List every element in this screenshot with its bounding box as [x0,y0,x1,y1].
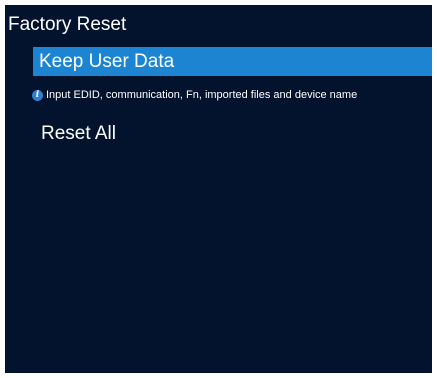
hint-text: Input EDID, communication, Fn, imported … [46,89,358,101]
hint-text-row: i Input EDID, communication, Fn, importe… [32,88,357,102]
page-title: Factory Reset [8,14,127,35]
menu-item-label: Keep User Data [39,51,175,72]
factory-reset-screen: Factory Reset Keep User Data i Input EDI… [5,5,432,373]
menu-item-label: Reset All [41,123,116,144]
info-icon: i [32,89,43,101]
menu-item-keep-user-data[interactable]: Keep User Data [33,47,432,76]
menu-item-reset-all[interactable]: Reset All [33,119,116,148]
